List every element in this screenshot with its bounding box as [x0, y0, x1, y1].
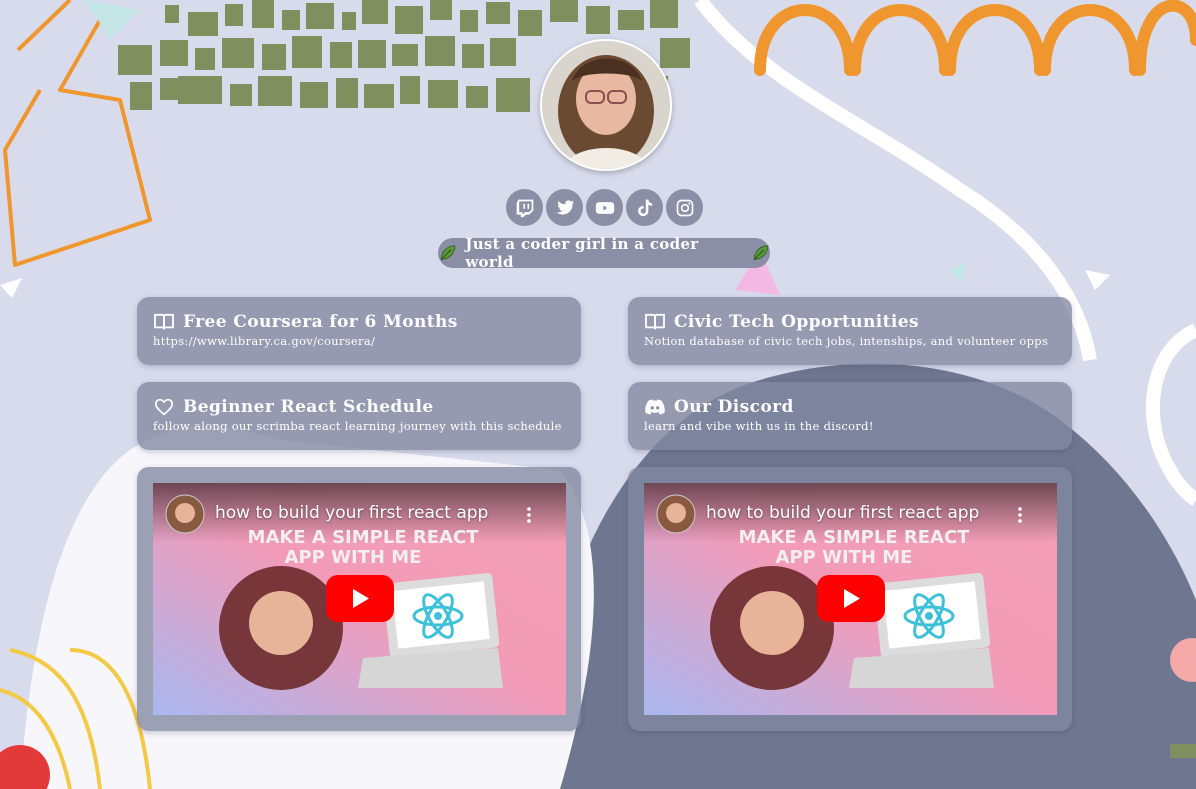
video-embed[interactable]: MAKE A SIMPLE REACT APP WITH ME how to b…: [644, 483, 1057, 715]
instagram-link[interactable]: [666, 189, 703, 226]
video-title: how to build your first react app: [215, 503, 489, 523]
instagram-icon: [676, 199, 693, 216]
twitch-icon: [516, 199, 533, 217]
avatar-photo-icon: [542, 41, 670, 169]
link-subtitle: https://www.library.ca.gov/coursera/: [153, 334, 376, 348]
profile-avatar: [540, 39, 672, 171]
link-title: Our Discord: [674, 397, 794, 417]
video-title: how to build your first react app: [706, 503, 980, 523]
leaf-icon: [753, 245, 768, 260]
video-card-2: MAKE A SIMPLE REACT APP WITH ME how to b…: [628, 467, 1072, 731]
thumb-text-line-1: MAKE A SIMPLE REACT: [248, 527, 480, 548]
leaf-icon: [440, 245, 456, 260]
tagline-text: Just a coder girl in a coder world: [465, 235, 699, 271]
link-title: Beginner React Schedule: [183, 397, 434, 417]
link-card-discord[interactable]: Our Discord learn and vibe with us in th…: [628, 382, 1072, 450]
twitch-link[interactable]: [506, 189, 543, 226]
link-card-coursera[interactable]: Free Coursera for 6 Months https://www.l…: [137, 297, 581, 365]
link-title: Civic Tech Opportunities: [674, 312, 919, 332]
video-card-1: MAKE A SIMPLE REACT APP WITH ME how to b…: [137, 467, 581, 731]
twitter-icon: [556, 199, 574, 214]
thumb-text-line-2: APP WITH ME: [285, 547, 422, 568]
link-card-react-schedule[interactable]: Beginner React Schedule follow along our…: [137, 382, 581, 450]
link-title: Free Coursera for 6 Months: [183, 312, 458, 332]
youtube-link[interactable]: [586, 189, 623, 226]
tiktok-link[interactable]: [626, 189, 663, 226]
link-subtitle: follow along our scrimba react learning …: [153, 419, 562, 433]
thumb-text-line-1: MAKE A SIMPLE REACT: [739, 527, 971, 548]
tagline-pill: Just a coder girl in a coder world: [438, 235, 770, 271]
youtube-icon: [595, 201, 614, 214]
twitter-link[interactable]: [546, 189, 583, 226]
social-links: [506, 189, 703, 226]
book-icon: [154, 313, 174, 330]
tiktok-icon: [637, 199, 652, 216]
heart-icon: [154, 398, 174, 416]
link-subtitle: learn and vibe with us in the discord!: [644, 419, 874, 433]
link-card-civic-tech[interactable]: Civic Tech Opportunities Notion database…: [628, 297, 1072, 365]
video-embed[interactable]: MAKE A SIMPLE REACT APP WITH ME how to b…: [153, 483, 566, 715]
thumb-text-line-2: APP WITH ME: [776, 547, 913, 568]
book-icon: [645, 313, 665, 330]
link-subtitle: Notion database of civic tech jobs, inte…: [644, 334, 1049, 348]
discord-icon: [645, 399, 665, 415]
